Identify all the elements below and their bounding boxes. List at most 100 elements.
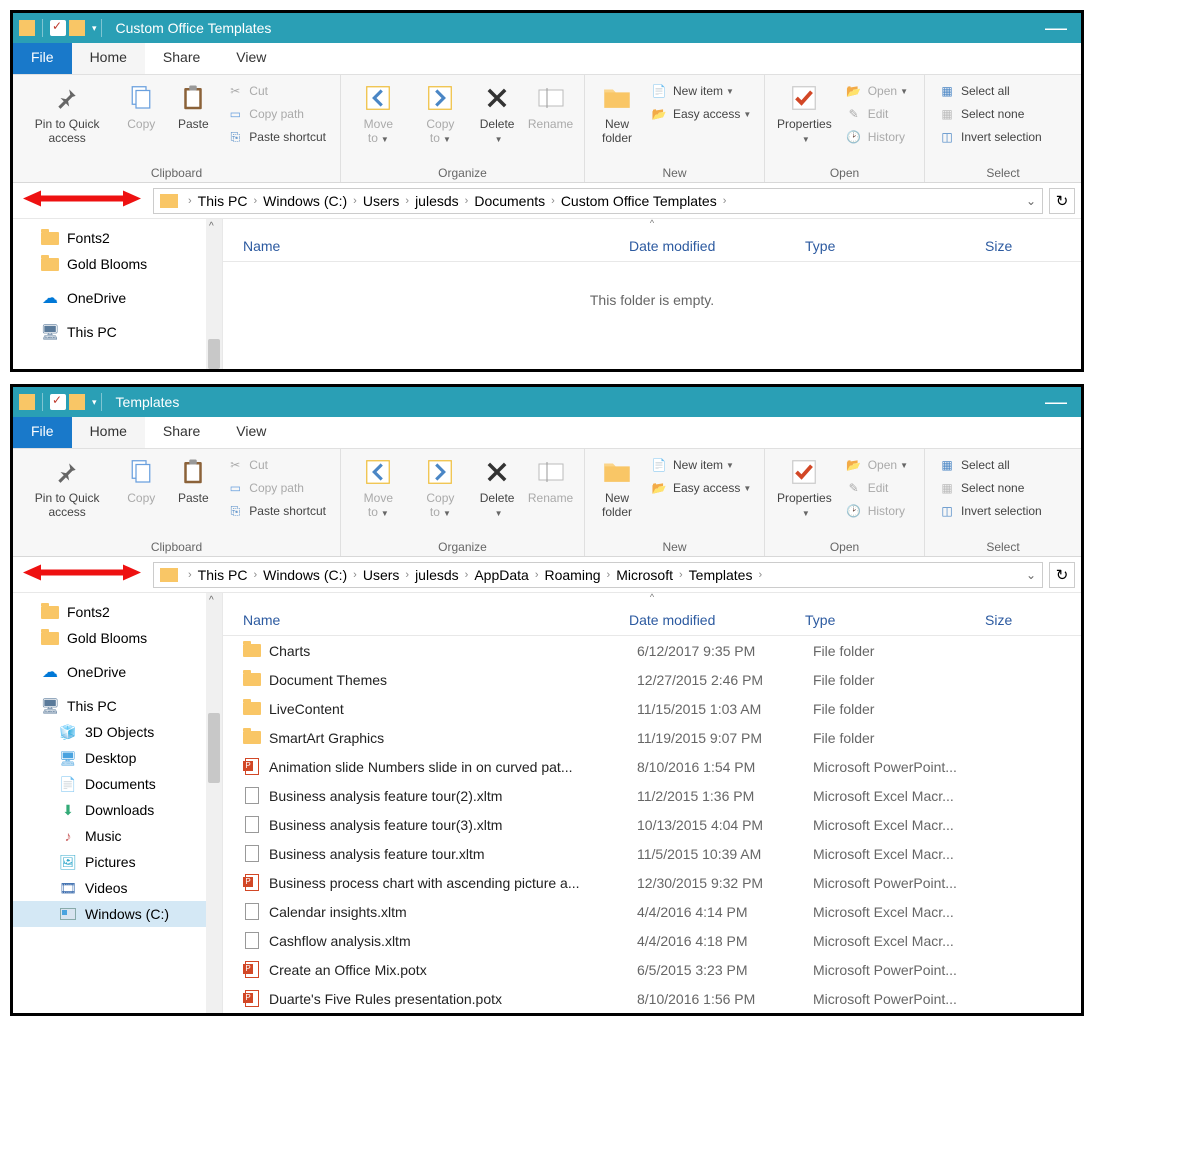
breadcrumb-separator[interactable]: › (603, 569, 615, 581)
breadcrumb-separator[interactable]: › (461, 569, 473, 581)
breadcrumb-segment[interactable]: julesds (413, 567, 461, 583)
file-row[interactable]: Animation slide Numbers slide in on curv… (223, 752, 1081, 781)
edit-button[interactable]: ✎Edit (842, 478, 912, 498)
file-row[interactable]: Business analysis feature tour.xltm 11/5… (223, 839, 1081, 868)
scroll-up-icon[interactable]: ^ (209, 221, 214, 232)
nav-scrollbar[interactable]: ^ (206, 219, 222, 369)
select-none-button[interactable]: ▦Select none (935, 478, 1046, 498)
properties-button[interactable]: Properties▼ (771, 453, 838, 523)
breadcrumb-separator[interactable]: › (675, 569, 687, 581)
new-folder-button[interactable]: New folder (591, 453, 643, 521)
breadcrumb-separator[interactable]: › (754, 569, 766, 581)
tab-file[interactable]: File (13, 417, 72, 448)
nav-item-this-pc[interactable]: 🖥This PC (13, 693, 222, 719)
select-all-button[interactable]: ▦Select all (935, 81, 1046, 101)
nav-item-onedrive[interactable]: ☁OneDrive (13, 285, 222, 311)
breadcrumb-separator[interactable]: › (531, 569, 543, 581)
breadcrumb-separator[interactable]: › (184, 195, 196, 207)
easy-access-button[interactable]: 📂Easy access▼ (647, 104, 755, 124)
refresh-button[interactable]: ↻ (1049, 562, 1075, 588)
title-bar[interactable]: ▾ Templates — (13, 387, 1081, 417)
breadcrumb-separator[interactable]: › (349, 569, 361, 581)
file-row[interactable]: Business process chart with ascending pi… (223, 868, 1081, 897)
new-item-button[interactable]: 📄New item▼ (647, 81, 755, 101)
breadcrumb-segment[interactable]: This PC (196, 193, 250, 209)
move-to-button[interactable]: Move to▼ (347, 79, 410, 149)
tab-file[interactable]: File (13, 43, 72, 74)
new-item-button[interactable]: 📄New item▼ (647, 455, 755, 475)
qat-dropdown-icon[interactable]: ▾ (92, 23, 97, 34)
tab-home[interactable]: Home (72, 417, 145, 448)
nav-scrollbar[interactable]: ^ (206, 593, 222, 1013)
nav-item-documents[interactable]: 📄Documents (13, 771, 222, 797)
breadcrumb-segment[interactable]: Windows (C:) (261, 193, 349, 209)
cut-button[interactable]: ✂Cut (223, 455, 330, 475)
file-list-pane[interactable]: ^ Name Date modified Type Size This fold… (223, 219, 1081, 369)
paste-shortcut-button[interactable]: ⎘Paste shortcut (223, 501, 330, 521)
rename-button[interactable]: Rename (523, 453, 578, 507)
qat-properties-icon[interactable] (50, 20, 66, 36)
refresh-button[interactable]: ↻ (1049, 188, 1075, 214)
delete-button[interactable]: Delete▼ (471, 453, 523, 523)
nav-item-this-pc[interactable]: 🖥This PC (13, 319, 222, 345)
open-button[interactable]: 📂Open▼ (842, 81, 912, 101)
nav-item-pictures[interactable]: 🖼Pictures (13, 849, 222, 875)
breadcrumb-segment[interactable]: AppData (472, 567, 530, 583)
nav-item-gold-blooms[interactable]: Gold Blooms (13, 251, 222, 277)
breadcrumb-separator[interactable]: › (719, 195, 731, 207)
invert-selection-button[interactable]: ◫Invert selection (935, 127, 1046, 147)
tab-share[interactable]: Share (145, 417, 218, 448)
nav-item-desktop[interactable]: 🖥Desktop (13, 745, 222, 771)
scrollbar-thumb[interactable] (208, 713, 220, 783)
scrollbar-thumb[interactable] (208, 339, 220, 369)
nav-item-videos[interactable]: 🎞Videos (13, 875, 222, 901)
nav-item-gold-blooms[interactable]: Gold Blooms (13, 625, 222, 651)
column-header-type[interactable]: Type (795, 238, 975, 254)
breadcrumb-segment[interactable]: Windows (C:) (261, 567, 349, 583)
easy-access-button[interactable]: 📂Easy access▼ (647, 478, 755, 498)
nav-item-fonts2[interactable]: Fonts2 (13, 599, 222, 625)
nav-item-onedrive[interactable]: ☁OneDrive (13, 659, 222, 685)
copy-button[interactable]: Copy (115, 453, 167, 507)
column-header-date[interactable]: Date modified (619, 238, 795, 254)
breadcrumb-segment[interactable]: Microsoft (614, 567, 675, 583)
breadcrumb-separator[interactable]: › (461, 195, 473, 207)
pin-to-quick-access-button[interactable]: Pin to Quick access (19, 453, 115, 521)
address-dropdown-icon[interactable]: ⌄ (1026, 568, 1036, 582)
breadcrumb-segment[interactable]: This PC (196, 567, 250, 583)
file-row[interactable]: SmartArt Graphics 11/19/2015 9:07 PM Fil… (223, 723, 1081, 752)
nav-item-3d-objects[interactable]: 🧊3D Objects (13, 719, 222, 745)
column-header-size[interactable]: Size (975, 238, 1035, 254)
tab-view[interactable]: View (218, 417, 284, 448)
column-header-name[interactable]: Name (223, 238, 619, 254)
copy-path-button[interactable]: ▭Copy path (223, 478, 330, 498)
breadcrumb-separator[interactable]: › (249, 569, 261, 581)
edit-button[interactable]: ✎Edit (842, 104, 912, 124)
file-row[interactable]: Business analysis feature tour(3).xltm 1… (223, 810, 1081, 839)
file-row[interactable]: Document Themes 12/27/2015 2:46 PM File … (223, 665, 1081, 694)
move-to-button[interactable]: Move to▼ (347, 453, 410, 523)
navigation-pane[interactable]: Fonts2 Gold Blooms ☁OneDrive 🖥This PC 🧊3… (13, 593, 223, 1013)
cut-button[interactable]: ✂Cut (223, 81, 330, 101)
qat-dropdown-icon[interactable]: ▾ (92, 397, 97, 408)
select-none-button[interactable]: ▦Select none (935, 104, 1046, 124)
open-button[interactable]: 📂Open▼ (842, 455, 912, 475)
breadcrumb-segment[interactable]: Custom Office Templates (559, 193, 719, 209)
breadcrumb-segment[interactable]: julesds (413, 193, 461, 209)
properties-button[interactable]: Properties▼ (771, 79, 838, 149)
file-row[interactable]: Business analysis feature tour(2).xltm 1… (223, 781, 1081, 810)
breadcrumb-separator[interactable]: › (547, 195, 559, 207)
rename-button[interactable]: Rename (523, 79, 578, 133)
paste-button[interactable]: Paste (167, 453, 219, 507)
breadcrumb-separator[interactable]: › (349, 195, 361, 207)
breadcrumb-segment[interactable]: Documents (472, 193, 547, 209)
invert-selection-button[interactable]: ◫Invert selection (935, 501, 1046, 521)
breadcrumb-separator[interactable]: › (401, 195, 413, 207)
minimize-button[interactable]: — (1037, 389, 1075, 415)
copy-to-button[interactable]: Copy to▼ (410, 453, 471, 523)
copy-button[interactable]: Copy (115, 79, 167, 133)
breadcrumb-separator[interactable]: › (184, 569, 196, 581)
paste-button[interactable]: Paste (167, 79, 219, 133)
column-header-type[interactable]: Type (795, 612, 975, 628)
title-bar[interactable]: ▾ Custom Office Templates — (13, 13, 1081, 43)
